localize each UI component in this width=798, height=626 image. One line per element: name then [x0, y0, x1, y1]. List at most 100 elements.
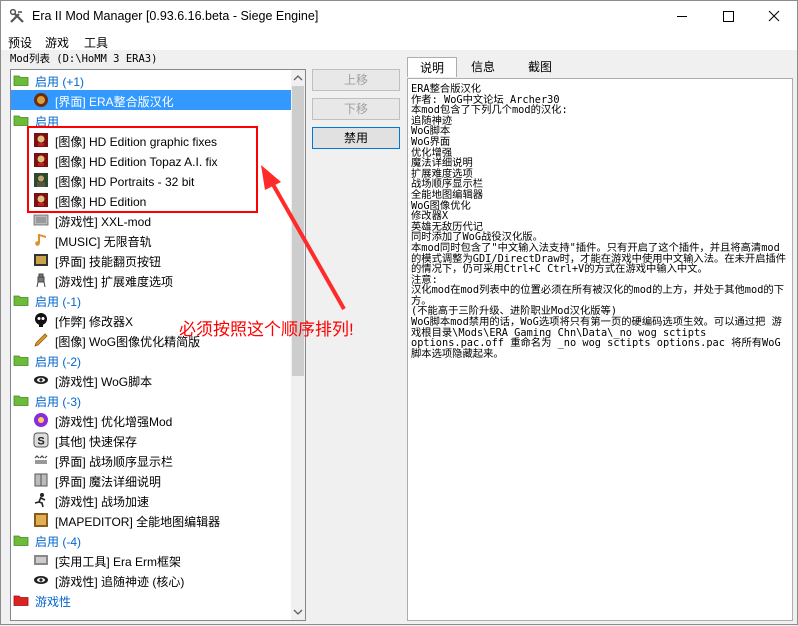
green-folder-icon — [13, 115, 29, 126]
mod-label: 游戏性 — [35, 595, 72, 609]
green-folder-icon — [13, 355, 29, 366]
mod-list-item[interactable]: [游戏性] 追随神迹 (核心) — [11, 570, 291, 590]
tab-screenshots[interactable]: 截图 — [517, 57, 563, 77]
mod-list-item[interactable]: [游戏性] WoG脚本 — [11, 370, 291, 390]
music-note-icon — [35, 234, 46, 246]
menu-tools[interactable]: 工具 — [84, 34, 108, 51]
hd-edition-icon — [34, 133, 48, 147]
mod-label: 启用 (-4) — [35, 535, 81, 549]
maximize-icon — [723, 11, 734, 22]
mod-list-item[interactable]: [实用工具] Era Erm框架 — [11, 550, 291, 570]
scroll-down-arrow-icon[interactable] — [291, 604, 305, 620]
mod-label: [图像] HD Edition — [55, 195, 147, 209]
mod-label: [图像] HD Edition Topaz A.I. fix — [55, 155, 218, 169]
skill-button-icon — [34, 254, 48, 266]
mod-list-item[interactable]: [游戏性] 优化增强Mod — [11, 410, 291, 430]
mod-label: 启用 — [35, 115, 60, 129]
mod-label: 启用 (+1) — [35, 75, 85, 89]
close-icon — [768, 10, 780, 22]
menu-presets[interactable]: 预设 — [8, 34, 32, 51]
map-editor-icon — [34, 513, 48, 527]
move-up-button[interactable]: 上移 — [312, 69, 400, 91]
svg-text:S: S — [37, 436, 44, 448]
app-window: Era II Mod Manager [0.93.6.16.beta - Sie… — [0, 0, 798, 625]
mod-label: [MUSIC] 无限音轨 — [55, 235, 152, 249]
mod-list-item[interactable]: [界面] ERA整合版汉化 — [11, 90, 291, 110]
wog-eye-icon — [34, 576, 48, 584]
mod-list-item[interactable]: [游戏性] 扩展难度选项 — [11, 270, 291, 290]
runner-icon — [34, 493, 46, 508]
mod-list-scrollbar[interactable] — [291, 70, 305, 620]
green-folder-icon — [13, 535, 29, 546]
green-folder-icon — [13, 295, 29, 306]
tab-description[interactable]: 说明 — [407, 57, 457, 77]
disable-button[interactable]: 禁用 — [312, 127, 400, 149]
mod-list-item[interactable]: S [其他] 快速保存 — [11, 430, 291, 450]
mod-list-item[interactable]: [图像] HD Portraits - 32 bit — [11, 170, 291, 190]
menu-game[interactable]: 游戏 — [45, 34, 69, 51]
mod-label: [界面] 战场顺序显示栏 — [55, 455, 174, 469]
portrait-icon — [34, 173, 48, 187]
mod-label: [图像] HD Edition graphic fixes — [55, 135, 218, 149]
description-wog-note: WoG脚本mod禁用的话，WoG选项将只有第一页的硬编码选项生效。可以通过把 游… — [411, 316, 782, 360]
description-title: ERA整合版汉化 — [411, 83, 482, 95]
mod-list[interactable]: 启用 (+1) [界面] ERA整合版汉化启用 [图像] HD Edition gr… — [10, 69, 306, 621]
mod-group-header[interactable]: 游戏性 — [11, 590, 291, 610]
mod-group-header[interactable]: 启用 (-3) — [11, 390, 291, 410]
mod-label: [作弊] 修改器X — [55, 315, 134, 329]
mod-label: [界面] 技能翻页按钮 — [55, 255, 162, 269]
knight-icon — [36, 273, 46, 288]
green-folder-icon — [13, 75, 29, 86]
mod-label: 启用 (-2) — [35, 355, 81, 369]
description-warning: 注意: 汉化mod在mod列表中的位置必须在所有被汉化的mod的上方，并处于其他… — [411, 273, 784, 318]
mod-list-item[interactable]: [图像] HD Edition — [11, 190, 291, 210]
enhance-icon — [34, 413, 48, 427]
description-panel[interactable]: ERA整合版汉化 作者: WoG中文论坛 Archer30 本mod包含了下列几… — [407, 78, 793, 621]
mod-list-item[interactable]: [界面] 战场顺序显示栏 — [11, 450, 291, 470]
mod-label: 启用 (-3) — [35, 395, 81, 409]
xxl-map-icon — [33, 214, 49, 226]
hd-edition-icon — [34, 153, 48, 167]
scroll-up-arrow-icon[interactable] — [291, 70, 305, 86]
spellbook-icon — [34, 473, 48, 487]
mod-group-header[interactable]: 启用 (+1) — [11, 70, 291, 90]
title-bar[interactable]: Era II Mod Manager [0.93.6.16.beta - Sie… — [1, 1, 797, 32]
mod-list-item[interactable]: [界面] 技能翻页按钮 — [11, 250, 291, 270]
mod-list-item[interactable]: [游戏性] XXL-mod — [11, 210, 291, 230]
mod-label: [游戏性] WoG脚本 — [55, 375, 153, 389]
mod-list-item[interactable]: [图像] HD Edition graphic fixes — [11, 130, 291, 150]
mod-label: [图像] HD Portraits - 32 bit — [55, 175, 195, 189]
mod-list-item[interactable]: [图像] HD Edition Topaz A.I. fix — [11, 150, 291, 170]
save-s-icon: S — [33, 432, 49, 448]
minimize-button[interactable] — [659, 1, 705, 32]
mod-list-item[interactable]: [游戏性] 战场加速 — [11, 490, 291, 510]
mod-label: [实用工具] Era Erm框架 — [55, 555, 182, 569]
mod-label: [游戏性] XXL-mod — [55, 215, 152, 229]
maximize-button[interactable] — [705, 1, 751, 32]
mod-group-header[interactable]: 启用 (-1) — [11, 290, 291, 310]
description-contents: 本mod包含了下列几个mod的汉化: 追随神迹 WoG脚本 WoG界面 优化增强… — [411, 104, 568, 244]
mod-list-item[interactable]: [界面] 魔法详细说明 — [11, 470, 291, 490]
mod-group-header[interactable]: 启用 (-2) — [11, 350, 291, 370]
minimize-icon — [677, 16, 687, 17]
round-emblem-icon — [34, 93, 48, 107]
red-folder-icon — [13, 595, 29, 606]
mod-label: [游戏性] 扩展难度选项 — [55, 275, 174, 289]
close-button[interactable] — [751, 1, 797, 32]
mod-label: [其他] 快速保存 — [55, 435, 138, 449]
mod-list-item[interactable]: [MUSIC] 无限音轨 — [11, 230, 291, 250]
mod-group-header[interactable]: 启用 (-4) — [11, 530, 291, 550]
window-title: Era II Mod Manager [0.93.6.16.beta - Sie… — [32, 9, 319, 23]
green-folder-icon — [13, 395, 29, 406]
hd-edition-icon — [34, 193, 48, 207]
mod-list-item[interactable]: [MAPEDITOR] 全能地图编辑器 — [11, 510, 291, 530]
mod-label: [游戏性] 追随神迹 (核心) — [55, 575, 185, 589]
menu-bar: 预设 游戏 工具 — [1, 32, 797, 50]
tab-info[interactable]: 信息 — [459, 57, 507, 77]
mod-group-header[interactable]: 启用 — [11, 110, 291, 130]
mod-label: [界面] ERA整合版汉化 — [55, 95, 174, 109]
skull-icon — [35, 313, 47, 327]
erm-icon — [34, 555, 48, 565]
battle-queue-icon — [34, 455, 48, 464]
move-down-button[interactable]: 下移 — [312, 98, 400, 120]
